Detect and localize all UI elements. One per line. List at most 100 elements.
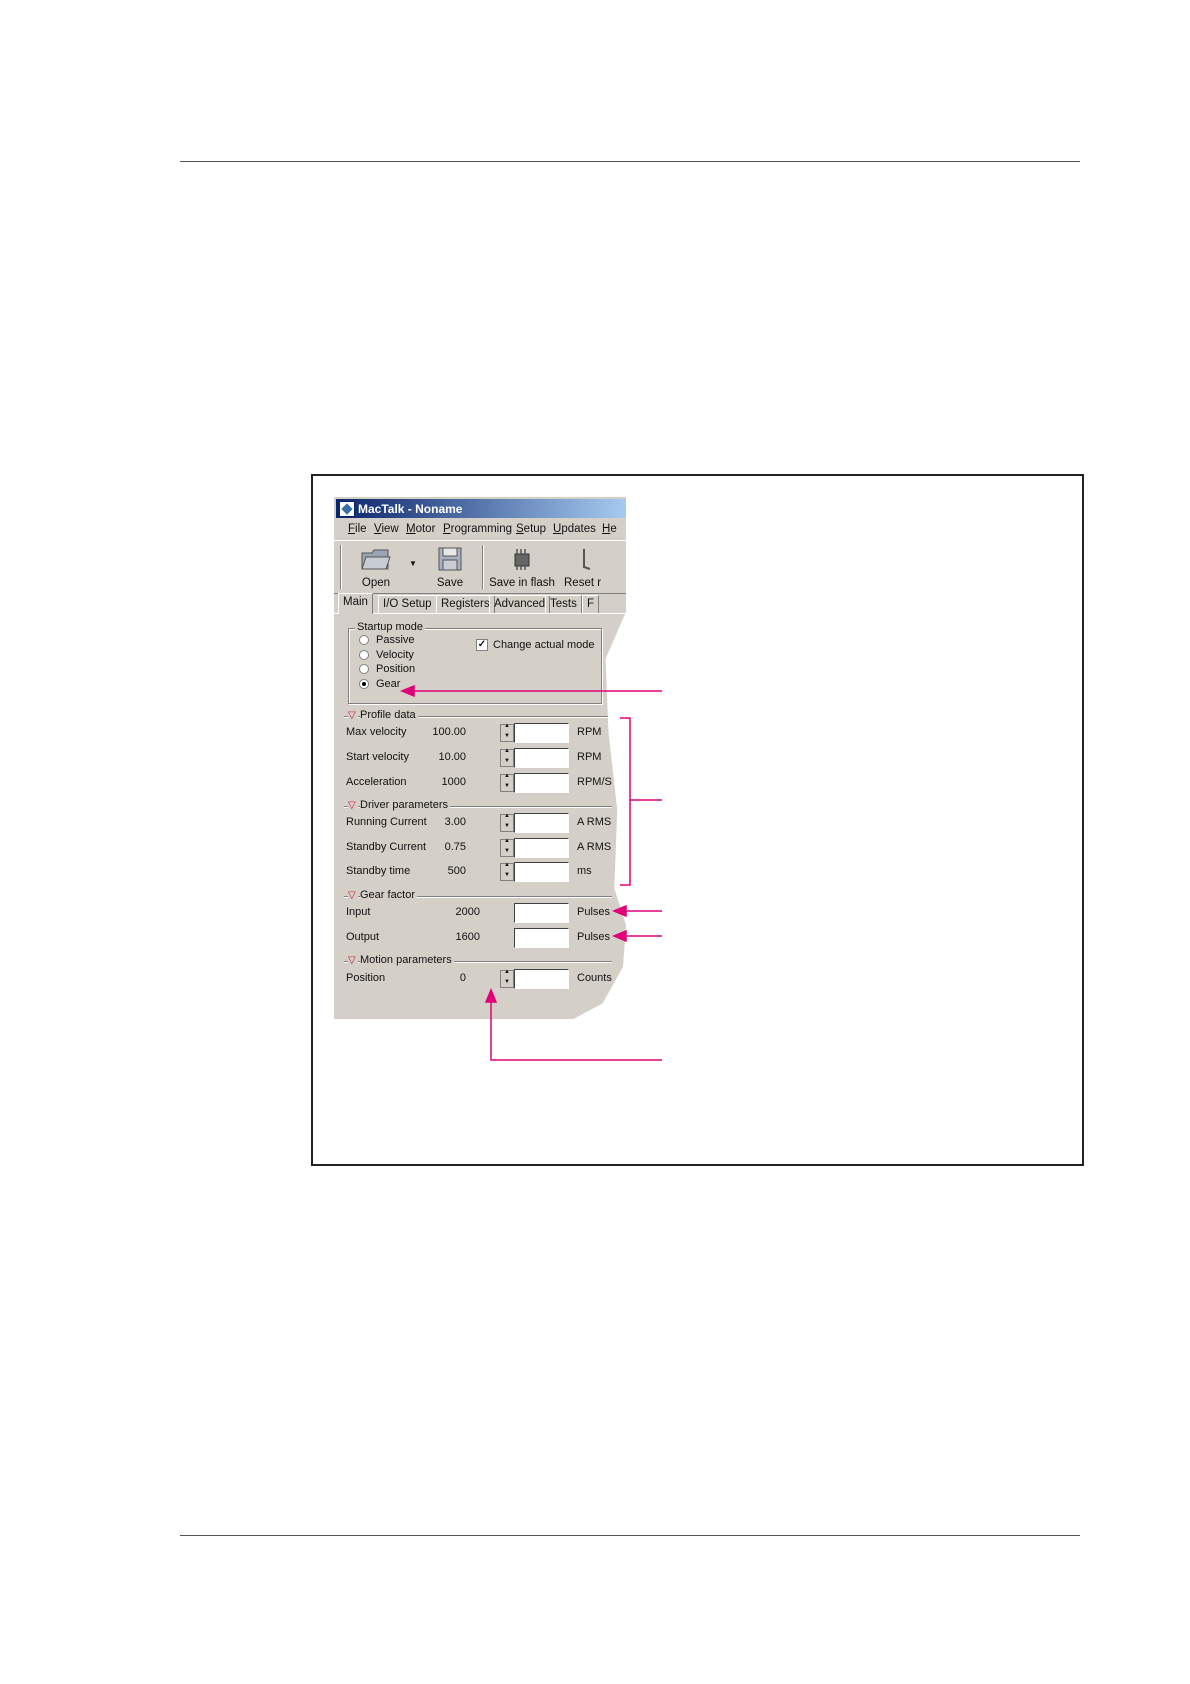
toolbar-grip <box>340 545 342 589</box>
param-label: Max velocity <box>346 726 407 738</box>
param-row: Position 0 Counts <box>346 969 626 989</box>
open-label: Open <box>361 577 391 589</box>
param-input[interactable] <box>514 723 569 743</box>
floppy-disk-icon <box>438 547 462 571</box>
param-unit: A RMS <box>577 816 612 828</box>
param-unit: RPM <box>577 751 602 763</box>
reset-button[interactable]: Reset r <box>558 541 618 591</box>
radio-velocity-label: Velocity <box>376 649 414 661</box>
tab-io-setup[interactable]: I/O Setup <box>378 595 437 613</box>
toolbar-separator <box>482 545 484 589</box>
param-input[interactable] <box>514 838 569 858</box>
title-bar: MacTalk - Noname <box>336 499 626 518</box>
param-value: 1600 <box>455 931 480 943</box>
tab-tests[interactable]: Tests <box>545 595 582 613</box>
spin-arrows-icon[interactable] <box>500 773 514 792</box>
param-value: 100.00 <box>432 726 466 738</box>
param-value: 500 <box>447 865 466 877</box>
spin-arrows-icon[interactable] <box>500 969 514 988</box>
radio-position-dot <box>359 664 369 674</box>
startup-mode-group: Startup mode Passive Velocity Position G… <box>348 621 602 704</box>
motion-parameters-title: Motion parameters <box>360 954 454 966</box>
param-row: Running Current 3.00 A RMS <box>346 813 626 833</box>
toolbar: Open ▼ Save Save in flash Reset r <box>334 540 626 594</box>
param-input[interactable] <box>514 969 569 989</box>
tab-advanced[interactable]: Advanced <box>489 595 551 613</box>
param-row: Standby Current 0.75 A RMS <box>346 838 626 858</box>
param-label: Standby time <box>346 865 411 877</box>
param-label: Start velocity <box>346 751 409 763</box>
param-unit: Pulses <box>577 906 611 918</box>
param-label: Standby Current <box>346 841 427 853</box>
radio-velocity-dot <box>359 650 369 660</box>
profile-data-header[interactable]: ▽ Profile data <box>344 709 612 723</box>
radio-passive-label: Passive <box>376 634 415 646</box>
param-label: Running Current <box>346 816 427 828</box>
open-dropdown-icon[interactable]: ▼ <box>409 559 417 568</box>
param-label: Acceleration <box>346 776 407 788</box>
folder-open-icon <box>361 549 391 570</box>
spin-arrows-icon[interactable] <box>500 748 514 767</box>
tab-more[interactable]: F <box>582 595 600 613</box>
tab-underline <box>334 613 626 614</box>
spin-arrows-icon[interactable] <box>500 813 514 832</box>
footer-rule <box>180 1535 1080 1536</box>
menu-file[interactable]: File <box>348 523 367 535</box>
param-value: 2000 <box>455 906 480 918</box>
profile-data-title: Profile data <box>360 709 418 721</box>
gear-factor-header[interactable]: ▽ Gear factor <box>344 889 612 903</box>
header-rule <box>180 161 1080 162</box>
menu-motor[interactable]: Motor <box>406 523 435 535</box>
spin-arrows-icon[interactable] <box>500 838 514 857</box>
save-in-flash-label: Save in flash <box>489 577 555 589</box>
param-label: Input <box>346 906 371 918</box>
menu-bar: File View Motor Programming Setup Update… <box>334 519 626 539</box>
param-value: 1000 <box>441 776 466 788</box>
open-button[interactable]: Open <box>354 541 398 591</box>
param-unit: ms <box>577 865 592 877</box>
menu-help[interactable]: He <box>602 523 617 535</box>
spin-arrows-icon[interactable] <box>500 862 514 881</box>
gear-factor-title: Gear factor <box>360 889 418 901</box>
radio-gear-label: Gear <box>376 678 401 690</box>
param-input[interactable] <box>514 748 569 768</box>
param-input[interactable] <box>514 862 569 882</box>
collapse-triangle-icon: ▽ <box>348 890 358 901</box>
tab-registers[interactable]: Registers <box>436 595 495 613</box>
param-unit: RPM/S <box>577 776 612 788</box>
driver-parameters-title: Driver parameters <box>360 799 451 811</box>
driver-parameters-header[interactable]: ▽ Driver parameters <box>344 799 612 813</box>
param-row: Max velocity 100.00 RPM <box>346 723 626 743</box>
param-unit: A RMS <box>577 841 612 853</box>
param-row: Input 2000 Pulses <box>346 903 626 923</box>
param-row: Start velocity 10.00 RPM <box>346 748 626 768</box>
collapse-triangle-icon: ▽ <box>348 800 358 811</box>
param-value: 0.75 <box>444 841 466 853</box>
radio-passive-dot <box>359 635 369 645</box>
spin-arrows-icon[interactable] <box>500 723 514 742</box>
save-in-flash-button[interactable]: Save in flash <box>489 541 555 591</box>
param-unit: Counts <box>577 972 612 984</box>
checkbox-box: ✓ <box>476 639 488 651</box>
param-row: Standby time 500 ms <box>346 862 626 882</box>
param-label: Position <box>346 972 386 984</box>
menu-setup[interactable]: Setup <box>516 523 546 535</box>
reset-label: Reset r <box>564 577 602 589</box>
param-input[interactable] <box>514 928 569 948</box>
menu-programming[interactable]: Programming <box>443 523 512 535</box>
app-icon <box>339 501 355 517</box>
collapse-triangle-icon: ▽ <box>348 710 358 721</box>
param-row: Acceleration 1000 RPM/S <box>346 773 626 793</box>
menu-view[interactable]: View <box>374 523 399 535</box>
save-button[interactable]: Save <box>428 541 472 591</box>
param-unit: RPM <box>577 726 602 738</box>
menu-updates[interactable]: Updates <box>553 523 596 535</box>
motion-parameters-header[interactable]: ▽ Motion parameters <box>344 954 612 968</box>
tab-main[interactable]: Main <box>338 593 373 614</box>
param-input[interactable] <box>514 773 569 793</box>
save-label: Save <box>436 577 464 589</box>
param-input[interactable] <box>514 903 569 923</box>
param-label: Output <box>346 931 380 943</box>
param-row: Output 1600 Pulses <box>346 928 626 948</box>
param-input[interactable] <box>514 813 569 833</box>
